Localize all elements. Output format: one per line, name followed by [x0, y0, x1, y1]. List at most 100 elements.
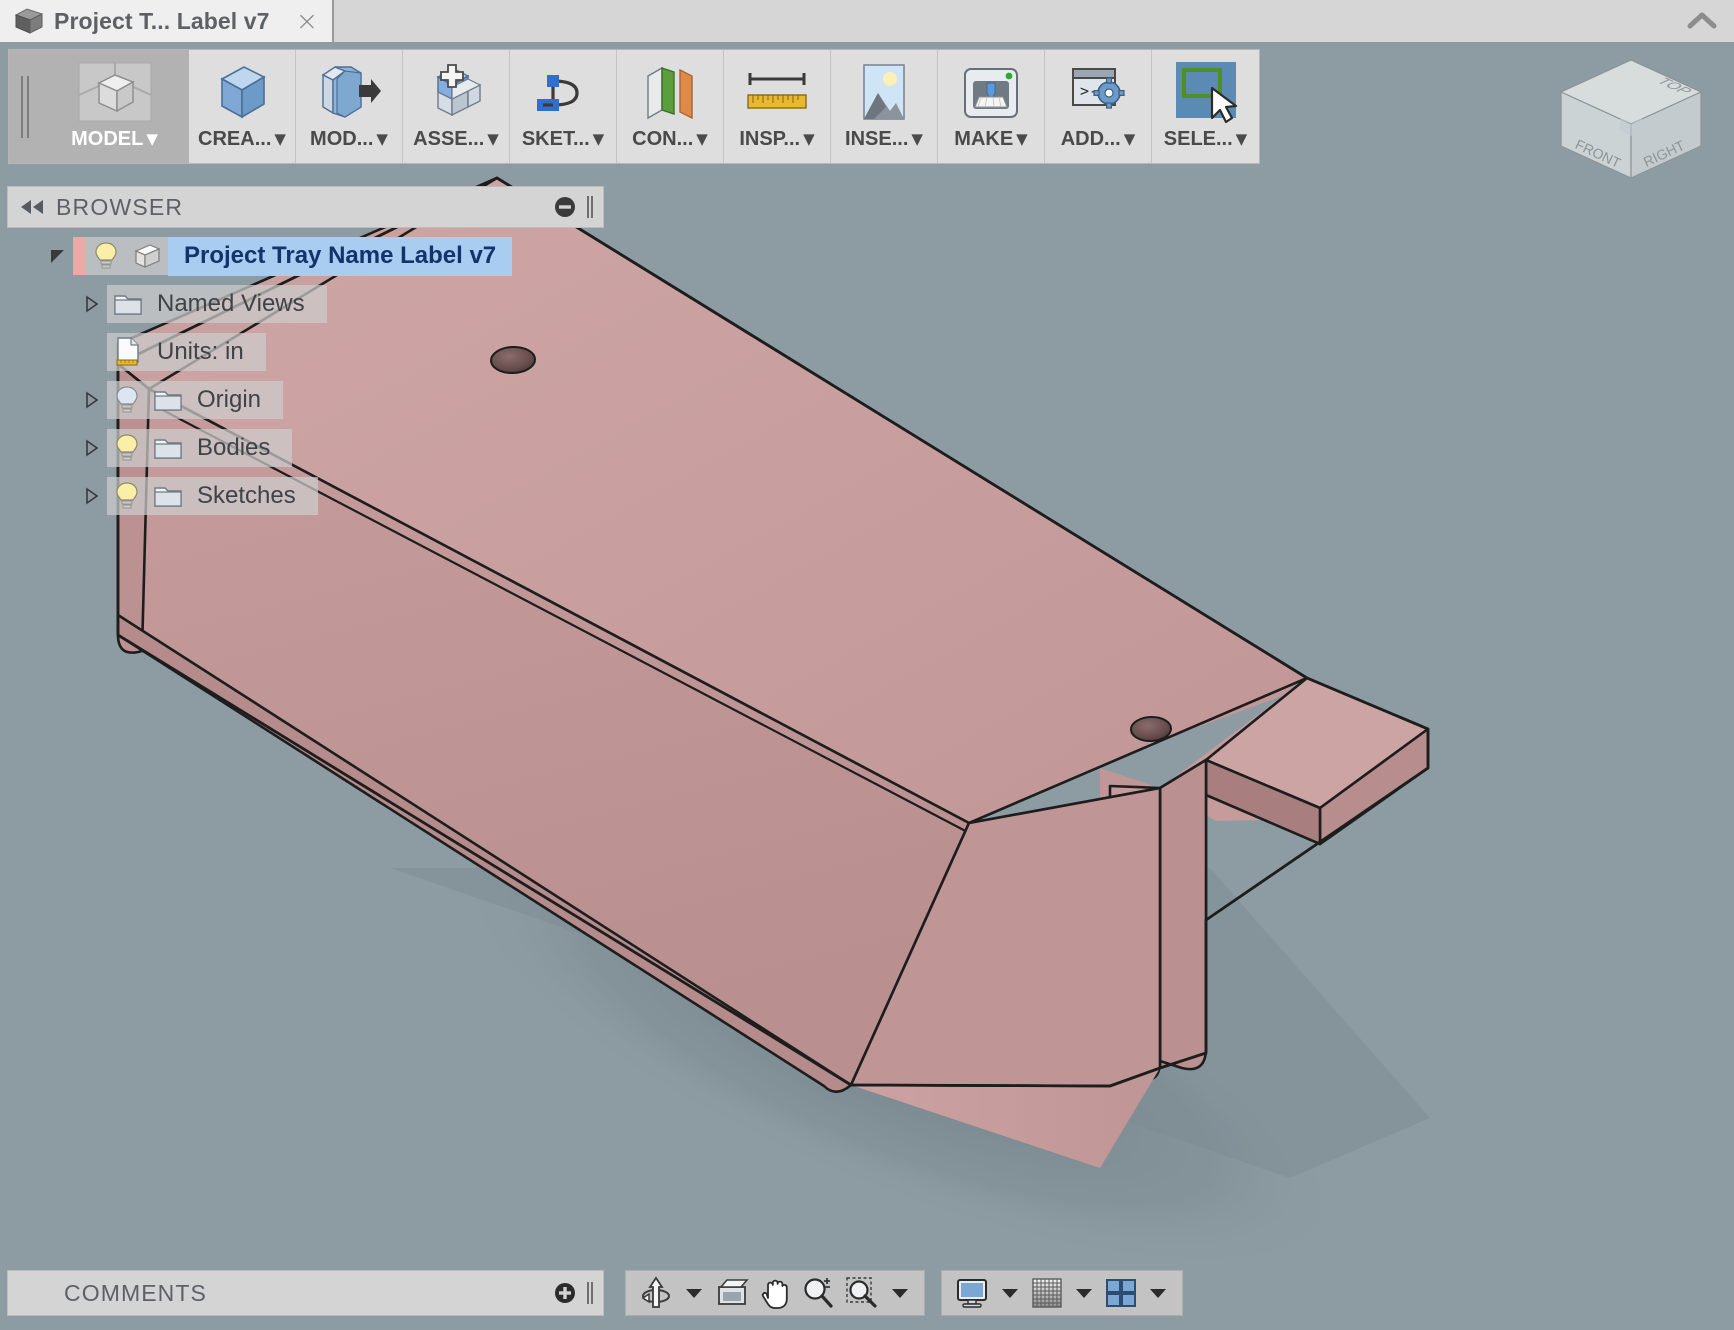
assemble-blocks-icon	[422, 60, 490, 126]
viewports-dropdown-icon[interactable]	[1144, 1286, 1172, 1300]
ribbon-tab-select[interactable]: SELE... ▼	[1152, 50, 1259, 163]
look-at-icon[interactable]	[712, 1273, 752, 1313]
ribbon-tab-modify[interactable]: MOD... ▼	[296, 50, 403, 163]
twisty-collapsed-icon[interactable]	[77, 439, 107, 457]
mounting-hole	[1130, 715, 1172, 743]
ribbon-tab-construct-label: CON...	[632, 128, 694, 150]
display-monitor-icon[interactable]	[952, 1273, 992, 1313]
display-dropdown-icon[interactable]	[996, 1286, 1024, 1300]
folder-icon	[147, 482, 189, 510]
make-3dprint-icon	[959, 60, 1023, 126]
document-ruler-icon	[107, 336, 149, 368]
ribbon-tab-model-label: MODEL ▼	[71, 128, 158, 150]
orbit-icon[interactable]	[636, 1273, 676, 1313]
display-settings-group	[941, 1270, 1183, 1316]
workspace-model-icon	[73, 60, 157, 126]
folder-icon	[147, 386, 189, 414]
chevron-down-icon[interactable]: ▼	[1124, 132, 1136, 147]
zoom-window-icon[interactable]	[842, 1273, 882, 1313]
browser-resize-handle[interactable]	[586, 196, 594, 218]
twisty-expanded-icon[interactable]	[43, 247, 73, 265]
comments-panel-header: COMMENTS	[7, 1270, 604, 1316]
chevron-down-icon[interactable]: ▼	[376, 132, 388, 147]
sketch-spline-icon	[529, 60, 597, 126]
ribbon-tab-inspect-label: INSP...	[739, 128, 801, 150]
navigation-bar	[625, 1270, 1183, 1316]
chevron-down-icon[interactable]: ▼	[696, 132, 708, 147]
fusion360-window: Project T... Label v7 × MODEL ▼ CREA... …	[0, 0, 1734, 1330]
view-cube[interactable]: TOP FRONT RIGHT	[1546, 48, 1716, 188]
ribbon-tab-sketch[interactable]: SKET... ▼	[510, 50, 617, 163]
chevron-down-icon[interactable]: ▼	[593, 132, 605, 147]
browser-panel-header: BROWSER	[7, 186, 604, 228]
tree-item-bodies[interactable]: Bodies	[7, 424, 607, 472]
chevron-down-icon[interactable]: ▼	[1236, 132, 1248, 147]
tree-item-label: Bodies	[197, 434, 271, 461]
tree-item-label: Project Tray Name Label v7	[168, 236, 513, 276]
folder-icon	[147, 434, 189, 462]
ribbon-tab-create-label: CREA...	[198, 128, 272, 150]
ribbon-tab-assemble[interactable]: ASSE... ▼	[403, 50, 510, 163]
ribbon-tab-addins-label: ADD...	[1060, 128, 1121, 150]
folder-icon	[107, 290, 149, 318]
tree-item-named-views[interactable]: Named Views	[7, 280, 607, 328]
close-icon[interactable]: ×	[296, 8, 319, 35]
create-box-icon	[210, 60, 274, 126]
twisty-collapsed-icon[interactable]	[77, 295, 107, 313]
tab-bar-filler	[334, 0, 1670, 42]
ribbon-tab-make-label: MAKE	[954, 128, 1014, 150]
component-icon	[126, 243, 168, 269]
cube-icon	[14, 8, 44, 34]
pan-hand-icon[interactable]	[756, 1273, 794, 1313]
navigation-tools-group	[625, 1270, 925, 1316]
grid-dropdown-icon[interactable]	[1070, 1286, 1098, 1300]
ribbon-tab-create[interactable]: CREA... ▼	[189, 50, 296, 163]
chevron-down-icon[interactable]: ▼	[487, 132, 499, 147]
ribbon-toolbar: MODEL ▼ CREA... ▼ MOD... ▼ ASSE... ▼ SKE…	[8, 49, 1260, 164]
insert-image-icon	[856, 60, 912, 126]
ribbon-tab-insert-label: INSE...	[845, 128, 909, 150]
chevron-down-icon[interactable]: ▼	[274, 132, 286, 147]
tree-item-project-tray-name-label[interactable]: Project Tray Name Label v7	[7, 232, 607, 280]
twisty-collapsed-icon[interactable]	[77, 487, 107, 505]
tree-item-label: Sketches	[197, 482, 296, 509]
double-chevron-left-icon[interactable]	[8, 198, 56, 216]
tree-item-label: Origin	[197, 386, 262, 413]
addins-script-icon: >-	[1067, 60, 1129, 126]
document-tab[interactable]: Project T... Label v7 ×	[0, 0, 335, 42]
grid-snap-icon[interactable]	[1028, 1273, 1066, 1313]
chevron-down-icon[interactable]: ▼	[1016, 132, 1028, 147]
ribbon-tab-make[interactable]: MAKE ▼	[938, 50, 1045, 163]
ribbon-grip[interactable]	[9, 50, 41, 163]
zoom-dropdown-icon[interactable]	[886, 1286, 914, 1300]
tree-item-sketches[interactable]: Sketches	[7, 472, 607, 520]
viewports-icon[interactable]	[1102, 1273, 1140, 1313]
ribbon-tab-insert[interactable]: INSE... ▼	[831, 50, 938, 163]
select-cursor-icon	[1170, 60, 1242, 126]
ribbon-tab-addins[interactable]: >- ADD... ▼	[1045, 50, 1152, 163]
tree-item-label: Named Views	[157, 290, 305, 317]
plus-circle-icon[interactable]	[554, 1282, 576, 1304]
minus-circle-icon[interactable]	[554, 196, 576, 218]
twisty-collapsed-icon[interactable]	[77, 391, 107, 409]
inspect-ruler-icon	[742, 60, 812, 126]
tree-item-origin[interactable]: Origin	[7, 376, 607, 424]
construct-planes-icon	[638, 60, 702, 126]
ribbon-tab-model[interactable]: MODEL ▼	[41, 50, 189, 163]
chevron-up-icon[interactable]	[1670, 0, 1734, 42]
chevron-down-icon[interactable]: ▼	[911, 132, 923, 147]
lightbulb-on-icon[interactable]	[86, 241, 126, 271]
ribbon-tab-sketch-label: SKET...	[521, 128, 590, 150]
chevron-down-icon[interactable]: ▼	[146, 132, 158, 147]
comments-resize-handle[interactable]	[586, 1282, 594, 1304]
ribbon-tab-construct[interactable]: CON... ▼	[617, 50, 724, 163]
ribbon-tab-inspect[interactable]: INSP... ▼	[724, 50, 831, 163]
zoom-plusminus-icon[interactable]	[798, 1273, 838, 1313]
modify-push-icon	[315, 60, 383, 126]
lightbulb-on-icon[interactable]	[107, 481, 147, 511]
lightbulb-off-icon[interactable]	[107, 385, 147, 415]
chevron-down-icon[interactable]: ▼	[803, 132, 815, 147]
tree-item-units[interactable]: Units: in	[7, 328, 607, 376]
orbit-dropdown-icon[interactable]	[680, 1286, 708, 1300]
lightbulb-on-icon[interactable]	[107, 433, 147, 463]
